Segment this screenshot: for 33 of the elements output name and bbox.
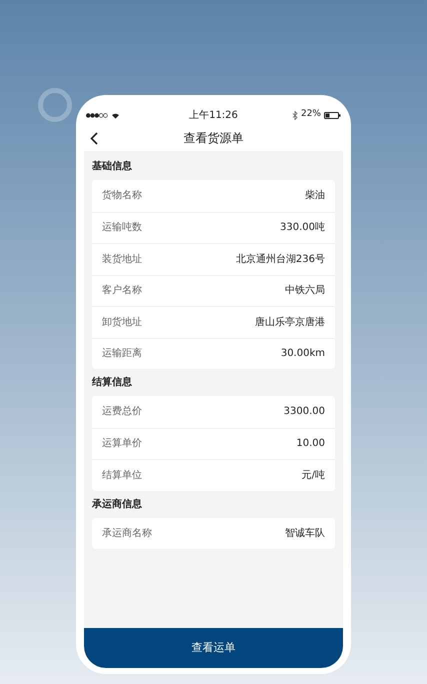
field-label: 结算单位 [102,468,142,483]
bluetooth-icon [292,110,298,120]
field-value: 330.00吨 [280,220,325,236]
field-value: 柴油 [305,188,325,204]
field-label: 客户名称 [102,284,142,298]
field-value: 30.00km [280,347,325,362]
field-label: 运算单价 [102,436,142,452]
battery-percent: 22% [300,108,321,122]
field-label: 运费总价 [102,404,142,420]
section-title: 结算信息 [92,376,132,390]
field-value: 中铁六局 [285,284,325,298]
section-title: 承运商信息 [92,497,142,512]
field-value: 唐山乐亭京唐港 [255,316,325,330]
wifi-icon [111,112,120,118]
back-icon[interactable] [90,132,98,144]
battery-icon [324,112,341,118]
page-title: 查看货源单 [184,130,244,147]
section-title: 基础信息 [92,160,132,174]
status-time: 上午11:26 [189,108,238,122]
field-label: 装货地址 [102,252,142,267]
field-value: 智诚车队 [285,526,325,541]
field-label: 运输吨数 [102,220,142,236]
view-waybill-button[interactable]: 查看运单 [84,628,343,668]
signal-icon [86,112,108,118]
ring-decoration [38,88,72,122]
field-label: 承运商名称 [102,526,152,541]
field-value: 3300.00 [284,405,325,420]
field-value: 元/吨 [302,468,325,483]
field-label: 卸货地址 [102,316,142,330]
field-label: 运输距离 [102,346,142,362]
field-label: 货物名称 [102,189,142,204]
field-value: 10.00 [296,437,325,452]
field-value: 北京通州台湖236号 [236,252,325,267]
